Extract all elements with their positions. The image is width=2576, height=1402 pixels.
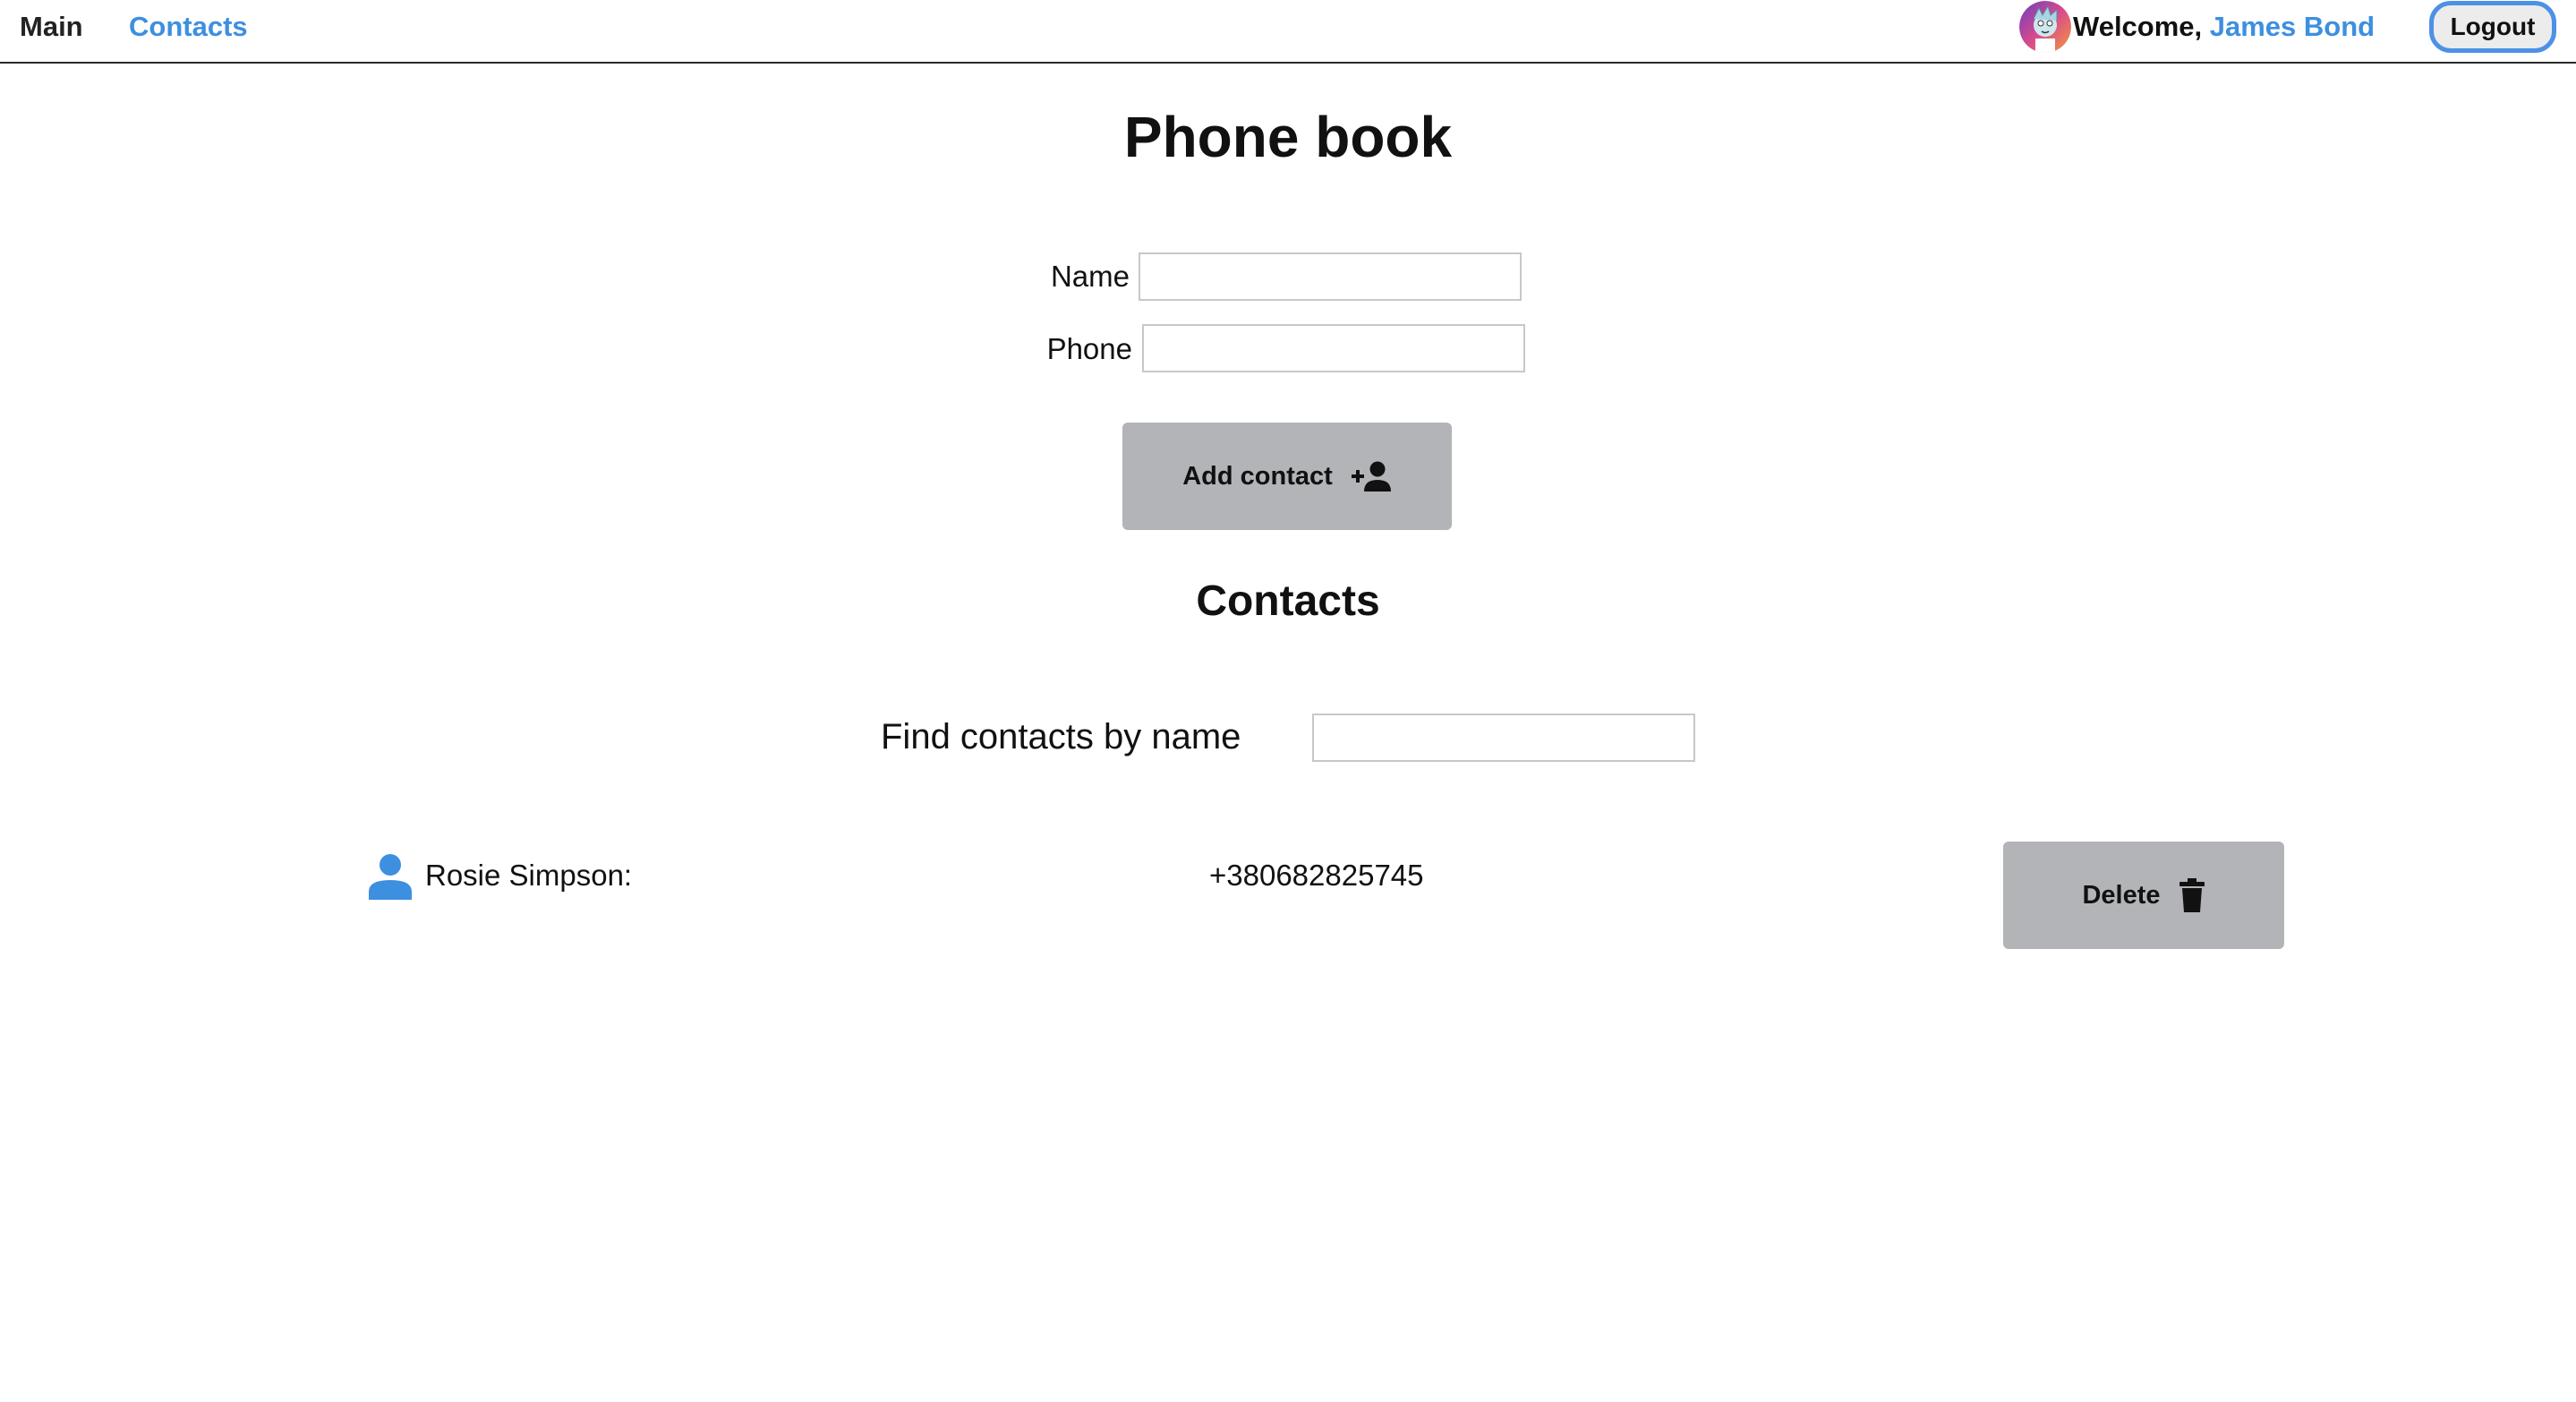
contacts-section-title: Contacts	[1196, 577, 1380, 625]
user-name: James Bond	[2209, 11, 2376, 42]
contact-list-item: Rosie Simpson: +380682825745 Delete	[367, 842, 2288, 949]
name-input[interactable]	[1139, 252, 1522, 301]
person-add-icon	[1351, 461, 1391, 492]
avatar	[2019, 1, 2071, 53]
nav-link-main[interactable]: Main	[20, 7, 83, 47]
avatar-image	[2019, 1, 2071, 53]
phone-label: Phone	[1046, 332, 1132, 365]
person-icon	[369, 854, 412, 900]
trash-icon	[2179, 878, 2205, 912]
welcome-text: Welcome,	[2073, 11, 2210, 42]
phone-input[interactable]	[1142, 324, 1525, 372]
user-menu: Welcome, James Bond	[2019, 0, 2375, 54]
logout-button[interactable]: Logout	[2429, 1, 2556, 53]
add-contact-label: Add contact	[1182, 461, 1333, 491]
delete-contact-button[interactable]: Delete	[2003, 842, 2284, 949]
delete-label: Delete	[2082, 880, 2161, 910]
add-contact-button[interactable]: Add contact	[1122, 423, 1452, 530]
top-navbar: Main Contacts Welcome, James Bond Logout	[0, 0, 2576, 64]
page-title: Phone book	[1123, 105, 1453, 169]
contact-phone: +380682825745	[1209, 859, 1424, 892]
name-label: Name	[1050, 260, 1130, 293]
contact-name: Rosie Simpson:	[425, 859, 633, 892]
nav-link-contacts[interactable]: Contacts	[129, 7, 248, 47]
filter-label: Find contacts by name	[881, 717, 1241, 757]
filter-input[interactable]	[1312, 714, 1695, 762]
welcome-message: Welcome, James Bond	[2073, 11, 2375, 43]
